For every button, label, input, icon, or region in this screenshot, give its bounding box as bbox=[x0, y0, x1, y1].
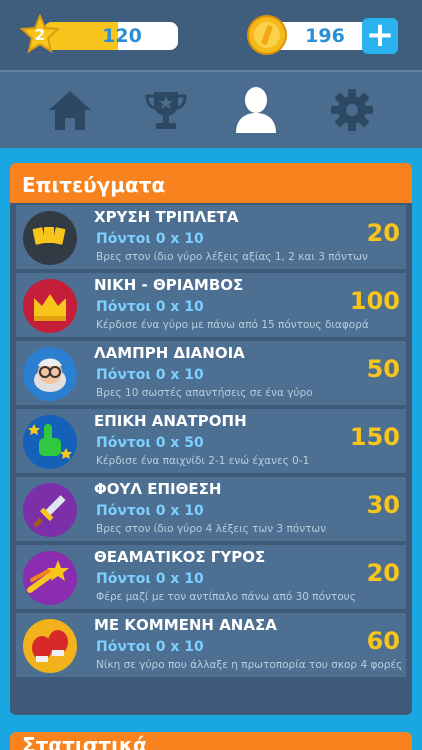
level-number: 2 bbox=[34, 26, 46, 44]
achievement-points: Πόντοι 0 x 50 bbox=[96, 435, 204, 451]
xp-value: 120 bbox=[102, 25, 142, 47]
achievement-points: Πόντοι 0 x 10 bbox=[96, 231, 204, 247]
nav-trophy-button[interactable] bbox=[126, 82, 206, 138]
home-icon bbox=[49, 91, 91, 130]
achievement-reward: 20 bbox=[366, 219, 400, 247]
achievement-points: Πόντοι 0 x 10 bbox=[96, 299, 204, 315]
achievement-description: Νίκη σε γύρο που άλλαξε η πρωτοπορία του… bbox=[96, 659, 403, 671]
foam-finger-icon bbox=[23, 415, 77, 469]
achievement-points: Πόντοι 0 x 10 bbox=[96, 639, 204, 655]
professor-icon bbox=[23, 347, 77, 401]
achievement-row[interactable]: ΧΡΥΣΗ ΤΡΙΠΛΕΤΑ Πόντοι 0 x 10 Βρες στον ίδι… bbox=[16, 205, 406, 269]
achievement-description: Κέρδισε ένα παιχνίδι 2-1 ενώ έχανες 0-1 bbox=[96, 455, 310, 467]
coin-value: 196 bbox=[305, 25, 345, 47]
trophy-icon bbox=[145, 92, 187, 129]
achievements-title: Επιτεύγματα bbox=[22, 173, 166, 197]
achievement-row[interactable]: ΕΠΙΚΗ ΑΝΑΤΡΟΠΗ Πόντοι 0 x 50 Κέρδισε ένα π… bbox=[16, 409, 406, 473]
crown-icon bbox=[23, 279, 77, 333]
nav-profile-button[interactable] bbox=[216, 82, 296, 138]
achievement-description: Βρες 10 σωστές απαντήσεις σε ένα γύρο bbox=[96, 387, 313, 399]
nav-divider bbox=[0, 70, 422, 72]
achievement-description: Κέρδισε ένα γύρο με πάνω από 15 πόντους … bbox=[96, 319, 369, 331]
achievement-name: ΘΕΑΜΑΤΙΚΟΣ ΓΥΡΟΣ bbox=[94, 548, 266, 566]
achievement-name: ΦΟΥΛ ΕΠΙΘΕΣΗ bbox=[94, 480, 222, 498]
sword-icon bbox=[23, 483, 77, 537]
golden-cards-icon bbox=[23, 211, 77, 265]
achievement-reward: 150 bbox=[349, 423, 400, 451]
statistics-title: Στατιστικά bbox=[22, 733, 147, 750]
achievement-row[interactable]: ΝΙΚΗ - ΘΡΙΑΜΒΟΣ Πόντοι 0 x 10 Κέρδισε ένα … bbox=[16, 273, 406, 337]
achievement-row[interactable]: ΘΕΑΜΑΤΙΚΟΣ ΓΥΡΟΣ Πόντοι 0 x 10 Φέρε μαζί μ… bbox=[16, 545, 406, 609]
coin-icon bbox=[247, 15, 287, 55]
achievement-description: Φέρε μαζί με τον αντίπαλο πάνω από 30 πό… bbox=[96, 591, 356, 603]
shooting-star-icon bbox=[23, 551, 77, 605]
achievement-description: Βρες στον ίδιο γύρο 4 λέξεις των 3 πόντω… bbox=[96, 523, 327, 535]
nav-settings-button[interactable] bbox=[312, 82, 392, 138]
achievement-reward: 30 bbox=[366, 491, 400, 519]
achievement-name: ΜΕ ΚΟΜΜΕΝΗ ΑΝΑΣΑ bbox=[94, 616, 277, 634]
achievement-points: Πόντοι 0 x 10 bbox=[96, 367, 204, 383]
main-navigation bbox=[0, 70, 422, 148]
settings-icon bbox=[331, 89, 373, 131]
achievement-name: ΧΡΥΣΗ ΤΡΙΠΛΕΤΑ bbox=[94, 208, 239, 226]
achievement-name: ΕΠΙΚΗ ΑΝΑΤΡΟΠΗ bbox=[94, 412, 247, 430]
achievement-row[interactable]: ΜΕ ΚΟΜΜΕΝΗ ΑΝΑΣΑ Πόντοι 0 x 10 Νίκη σε γύρ… bbox=[16, 613, 406, 677]
nav-home-button[interactable] bbox=[30, 82, 110, 138]
achievement-points: Πόντοι 0 x 10 bbox=[96, 571, 204, 587]
achievement-name: ΝΙΚΗ - ΘΡΙΑΜΒΟΣ bbox=[94, 276, 244, 294]
boxing-gloves-icon bbox=[23, 619, 77, 673]
achievement-row[interactable]: ΦΟΥΛ ΕΠΙΘΕΣΗ Πόντοι 0 x 10 Βρες στον ίδιο … bbox=[16, 477, 406, 541]
achievement-reward: 50 bbox=[366, 355, 400, 383]
achievement-description: Βρες στον ίδιο γύρο λέξεις αξίας 1, 2 κα… bbox=[96, 251, 368, 263]
profile-icon bbox=[236, 87, 276, 133]
add-coins-button[interactable]: + bbox=[362, 18, 398, 54]
achievement-row[interactable]: ΛΑΜΠΡΗ ΔΙΑΝΟΙΑ Πόντοι 0 x 10 Βρες 10 σωστέ… bbox=[16, 341, 406, 405]
achievement-points: Πόντοι 0 x 10 bbox=[96, 503, 204, 519]
achievement-reward: 20 bbox=[366, 559, 400, 587]
achievement-reward: 60 bbox=[366, 627, 400, 655]
achievement-name: ΛΑΜΠΡΗ ΔΙΑΝΟΙΑ bbox=[94, 344, 245, 362]
achievement-reward: 100 bbox=[349, 287, 400, 315]
content-background bbox=[0, 148, 422, 162]
